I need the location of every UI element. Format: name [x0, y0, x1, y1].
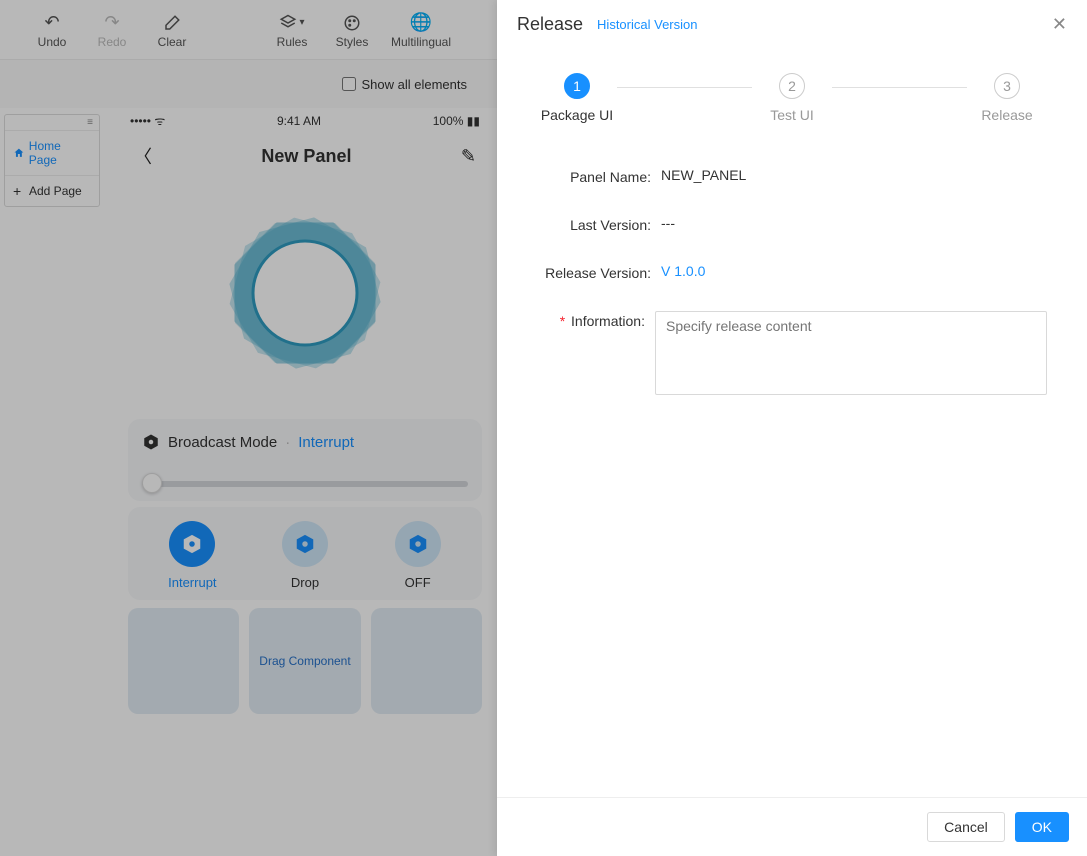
step-test-ui: 2 Test UI — [752, 73, 832, 123]
step-connector — [617, 87, 752, 88]
information-label: * Information: — [521, 311, 655, 331]
step-label: Test UI — [770, 107, 814, 123]
step-number: 3 — [994, 73, 1020, 99]
step-release: 3 Release — [967, 73, 1047, 123]
last-version-value: --- — [661, 215, 675, 231]
step-label: Package UI — [541, 107, 613, 123]
step-package-ui: 1 Package UI — [537, 73, 617, 123]
last-version-label: Last Version: — [521, 215, 661, 235]
steps-indicator: 1 Package UI 2 Test UI 3 Release — [497, 49, 1087, 135]
release-drawer: Release Historical Version ✕ 1 Package U… — [497, 0, 1087, 856]
release-version-value[interactable]: V 1.0.0 — [661, 263, 705, 279]
close-icon[interactable]: ✕ — [1052, 14, 1067, 35]
ok-button[interactable]: OK — [1015, 812, 1069, 842]
step-number: 2 — [779, 73, 805, 99]
drawer-title: Release — [517, 14, 583, 35]
release-form: Panel Name: NEW_PANEL Last Version: --- … — [497, 135, 1087, 443]
step-connector — [832, 87, 967, 88]
panel-name-value: NEW_PANEL — [661, 167, 746, 183]
historical-version-link[interactable]: Historical Version — [597, 17, 697, 32]
information-textarea[interactable] — [655, 311, 1047, 395]
cancel-button[interactable]: Cancel — [927, 812, 1005, 842]
release-version-label: Release Version: — [521, 263, 661, 283]
panel-name-label: Panel Name: — [521, 167, 661, 187]
step-label: Release — [981, 107, 1032, 123]
drawer-footer: Cancel OK — [497, 797, 1087, 856]
step-number: 1 — [564, 73, 590, 99]
